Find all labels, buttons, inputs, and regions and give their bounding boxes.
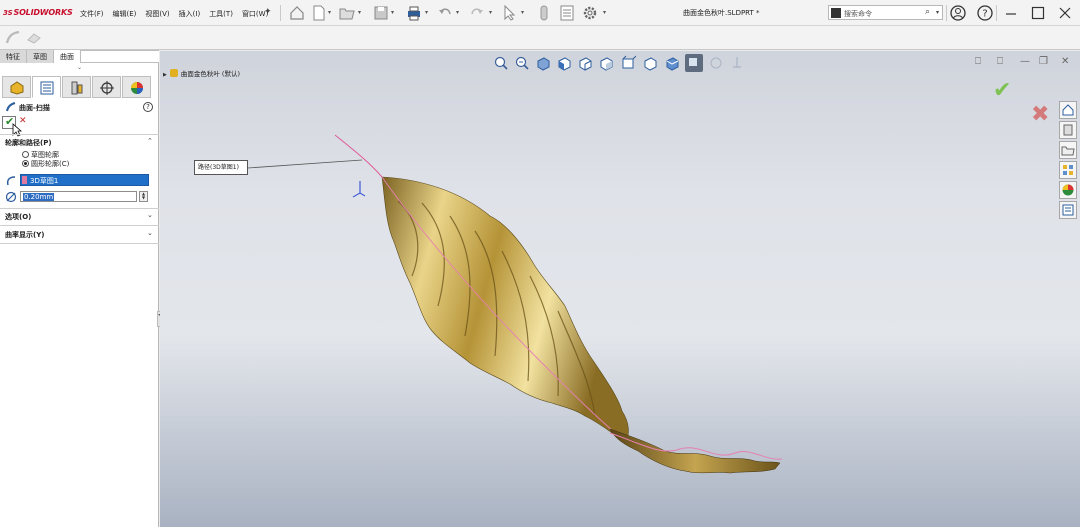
leaf-model[interactable]	[160, 51, 1080, 527]
user-account-icon[interactable]	[949, 4, 967, 22]
menu-view[interactable]: 视图(V)	[145, 9, 169, 19]
file-properties-icon[interactable]	[558, 4, 576, 22]
callout-leader-line	[247, 159, 363, 169]
chevron-down-icon[interactable]: ▾	[358, 9, 361, 16]
chevron-down-icon[interactable]: ▾	[489, 9, 492, 16]
save-icon[interactable]	[372, 4, 390, 22]
command-search-icon	[831, 8, 841, 18]
menu-tools[interactable]: 工具(T)	[209, 9, 233, 19]
chevron-down-icon[interactable]: ▾	[456, 9, 459, 16]
minimize-icon[interactable]	[1002, 4, 1020, 22]
path-selection-field[interactable]: 3D草图1	[20, 174, 149, 186]
curvature-section-header[interactable]: 曲率显示(Y)	[5, 230, 44, 240]
chevron-down-icon[interactable]: ⌄	[147, 211, 153, 219]
chevron-down-icon[interactable]: ▾	[521, 9, 524, 16]
select-cursor-icon[interactable]	[500, 4, 518, 22]
document-title: 曲面金色秋叶.SLDPRT *	[683, 9, 760, 17]
help-icon[interactable]: ?	[976, 4, 994, 22]
pin-icon[interactable]: ✦	[264, 7, 272, 17]
toolbar-separator	[280, 5, 281, 21]
sweep-path-curve[interactable]	[334, 134, 383, 178]
dimxpert-manager-tab[interactable]	[92, 76, 121, 98]
chevron-up-icon[interactable]: ⌃	[147, 137, 153, 145]
sweep-surface-icon[interactable]	[4, 29, 22, 47]
command-manager-strip	[0, 26, 1080, 50]
panel-expand-icon[interactable]: ⌄	[0, 64, 159, 74]
menu-insert[interactable]: 插入(I)	[179, 9, 201, 19]
chevron-down-icon[interactable]: ▾	[425, 9, 428, 16]
main-menu: 文件(F) 编辑(E) 视图(V) 插入(I) 工具(T) 窗口(W)	[80, 9, 273, 19]
toolbar-separator	[996, 5, 997, 21]
print-icon[interactable]	[405, 4, 423, 22]
menu-file[interactable]: 文件(F)	[80, 9, 104, 19]
chevron-down-icon[interactable]: ▾	[603, 9, 606, 16]
property-manager-tab[interactable]	[32, 76, 61, 98]
leaf-stem-surface[interactable]	[609, 428, 781, 474]
divider	[0, 225, 159, 226]
redo-icon[interactable]	[468, 4, 486, 22]
leaf-blade-surface[interactable]	[381, 176, 629, 442]
undo-icon[interactable]	[436, 4, 454, 22]
chevron-down-icon[interactable]: ▾	[936, 9, 939, 16]
circular-profile-radio[interactable]	[22, 160, 29, 167]
diameter-input[interactable]: 0.20mm	[20, 191, 137, 202]
gear-icon[interactable]	[581, 4, 599, 22]
solidworks-logo: 3SSOLIDWORKS	[3, 8, 73, 17]
sketch-profile-radio[interactable]	[22, 151, 29, 158]
feature-manager-tab[interactable]	[2, 76, 31, 98]
home-icon[interactable]	[288, 4, 306, 22]
tab-sketch[interactable]: 草图	[27, 50, 54, 63]
path-selection-icon	[6, 176, 16, 186]
configuration-manager-tab[interactable]	[62, 76, 91, 98]
tab-surfaces[interactable]: 曲面	[54, 50, 81, 63]
coordinate-triad-icon	[352, 181, 366, 198]
chevron-down-icon[interactable]: ▾	[328, 9, 331, 16]
display-manager-tab[interactable]	[122, 76, 151, 98]
help-icon[interactable]: ?	[143, 102, 153, 112]
divider	[0, 243, 159, 244]
diameter-spinner[interactable]: ▲ ▼	[139, 191, 148, 202]
open-folder-icon[interactable]	[338, 4, 356, 22]
divider	[0, 134, 159, 135]
new-document-icon[interactable]	[310, 4, 328, 22]
tab-features[interactable]: 特征	[0, 50, 27, 63]
profile-path-section-header[interactable]: 轮廓和路径(P)	[5, 138, 52, 148]
menu-edit[interactable]: 编辑(E)	[113, 9, 137, 19]
selection-color-swatch	[22, 176, 27, 184]
tab-strip-filler	[81, 50, 159, 62]
path-callout-label[interactable]: 路径(3D草图1)	[194, 160, 248, 175]
feature-title: 曲面-扫描	[6, 102, 50, 113]
svg-text:?: ?	[982, 9, 987, 20]
feature-title-label: 曲面-扫描	[19, 104, 50, 112]
command-tabs: 特征 草图 曲面	[0, 50, 159, 63]
loft-surface-icon[interactable]	[25, 29, 43, 47]
manager-tabs	[2, 76, 157, 98]
search-icon[interactable]: ⌕	[925, 7, 930, 17]
search-box[interactable]: 搜索命令 ⌕ ▾	[828, 5, 943, 20]
diameter-value: 0.20mm	[23, 193, 55, 201]
chevron-down-icon[interactable]: ▾	[391, 9, 394, 16]
toolbar-separator	[946, 5, 947, 21]
circular-profile-label: 圆形轮廓(C)	[31, 160, 70, 168]
divider	[0, 208, 159, 209]
property-manager-panel: 特征 草图 曲面 ⌄ 曲面-扫描 ? ✔ ✕ 轮廓和路径(P) ⌃ 草图轮廓 圆…	[0, 50, 159, 527]
path-value: 3D草图1	[30, 177, 59, 185]
chevron-down-icon[interactable]: ⌄	[147, 229, 153, 237]
title-bar: 3SSOLIDWORKS 文件(F) 编辑(E) 视图(V) 插入(I) 工具(…	[0, 0, 1080, 26]
diameter-icon	[5, 191, 17, 203]
search-input[interactable]: 搜索命令	[844, 9, 872, 19]
maximize-icon[interactable]	[1029, 4, 1047, 22]
surface-sweep-icon	[6, 102, 16, 112]
options-section-header[interactable]: 选项(O)	[5, 212, 31, 222]
rebuild-icon[interactable]	[535, 4, 553, 22]
close-icon[interactable]	[1056, 4, 1074, 22]
